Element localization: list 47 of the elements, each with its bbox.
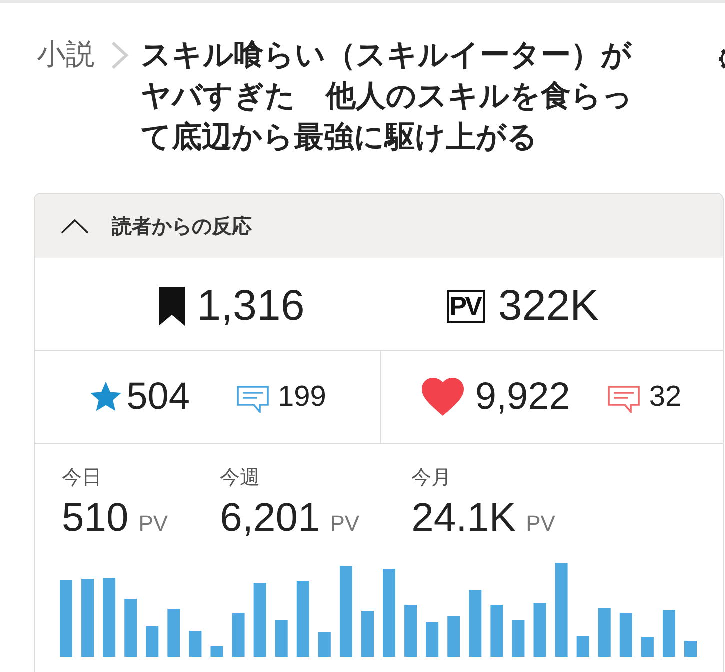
chart-bar xyxy=(361,611,374,657)
chart-bar xyxy=(641,637,654,657)
period-value: 6,201 xyxy=(220,495,320,541)
star-icon xyxy=(88,380,123,414)
chart-bar xyxy=(490,605,504,657)
chart-bar xyxy=(662,610,676,657)
score-value: 9,922 xyxy=(475,375,570,419)
chart-bar xyxy=(576,636,590,657)
chart-bar xyxy=(512,620,525,657)
period-label: 今月 xyxy=(412,466,453,490)
chart-bar xyxy=(275,620,288,657)
chart-bar xyxy=(210,646,224,657)
chart-bar xyxy=(448,616,460,657)
pv-badge: PV xyxy=(446,290,486,322)
period-label: 今日 xyxy=(62,466,103,490)
chart-bar xyxy=(534,603,546,657)
comment-bubble-icon xyxy=(608,386,640,412)
chart-bar xyxy=(318,632,331,657)
chart-bar xyxy=(232,613,245,657)
chevron-right-icon xyxy=(111,41,129,70)
chart-bar xyxy=(146,626,159,657)
chart-bar xyxy=(620,613,632,657)
reactions-toggle[interactable]: 読者からの反応 xyxy=(35,194,723,258)
chart-bar xyxy=(124,599,138,657)
period-value: 510 xyxy=(62,495,129,541)
chart-bar xyxy=(598,608,611,657)
stat-value: 1,316 xyxy=(197,281,305,331)
breadcrumb-link[interactable]: 小説 xyxy=(37,35,95,76)
period-label: 今週 xyxy=(220,466,262,490)
period-value: 24.1K xyxy=(412,495,516,541)
unit-label: PV xyxy=(138,511,168,537)
unit-label: PV xyxy=(526,511,556,537)
unit-label: PV xyxy=(330,511,360,537)
chart-bar xyxy=(684,641,697,657)
chart-bar xyxy=(426,622,439,657)
heart-icon xyxy=(422,378,464,416)
stat-value: 322K xyxy=(498,281,599,331)
comment-bubble-icon xyxy=(237,386,269,412)
chart-bar xyxy=(189,631,202,657)
chart-bar xyxy=(168,609,180,657)
bookmark-icon xyxy=(159,286,186,326)
chart-bar xyxy=(469,590,482,657)
score-value: 504 xyxy=(126,375,190,419)
chart-bar xyxy=(404,605,418,657)
novel-title: スキル喰らい（スキルイーター）がヤバすぎた 他人のスキルを食らって底辺から最強に駆け上がる xyxy=(141,38,634,156)
comment-count: 32 xyxy=(649,380,682,414)
comment-count: 199 xyxy=(278,380,326,414)
